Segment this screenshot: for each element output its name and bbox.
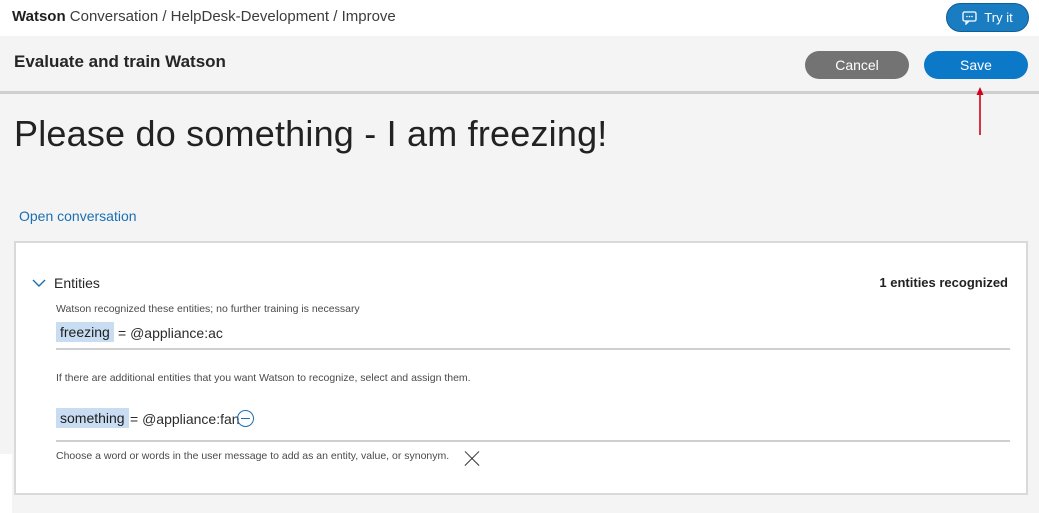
recognized-entity-row: freezing = @appliance:ac: [56, 319, 1010, 350]
breadcrumb-path[interactable]: Conversation / HelpDesk-Development / Im…: [66, 8, 396, 25]
entity-assignment: = @appliance:fan: [130, 411, 240, 427]
entity-assignment: = @appliance:ac: [118, 325, 223, 341]
page-title: Evaluate and train Watson: [14, 52, 226, 71]
page-header: Evaluate and train Watson Cancel Save: [0, 36, 1039, 94]
additional-note: If there are additional entities that yo…: [56, 372, 471, 384]
open-conversation-link[interactable]: Open conversation: [19, 208, 137, 224]
entities-count: 1 entities recognized: [879, 275, 1008, 290]
entities-heading: Entities: [54, 275, 100, 291]
entity-word-chip[interactable]: something: [56, 408, 129, 428]
user-utterance: Please do something - I am freezing!: [14, 113, 608, 154]
breadcrumb-brand[interactable]: Watson: [12, 8, 66, 25]
entity-word-chip[interactable]: freezing: [56, 322, 114, 342]
top-bar: Watson Conversation / HelpDesk-Developme…: [0, 0, 1039, 36]
close-icon[interactable]: [464, 451, 480, 467]
try-it-button[interactable]: Try it: [946, 3, 1029, 32]
annotation-arrow-icon: [976, 87, 984, 135]
recognized-note: Watson recognized these entities; no fur…: [56, 303, 360, 315]
remove-entity-icon[interactable]: [237, 410, 254, 427]
chevron-down-icon: [32, 279, 46, 287]
entities-toggle[interactable]: Entities: [32, 275, 100, 291]
cancel-button[interactable]: Cancel: [805, 51, 909, 79]
chat-bubble-icon: [962, 10, 977, 25]
entities-panel: Entities 1 entities recognized Watson re…: [14, 241, 1028, 495]
assigned-entity-row: something = @appliance:fan: [56, 405, 1010, 442]
breadcrumb: Watson Conversation / HelpDesk-Developme…: [12, 8, 396, 25]
save-button[interactable]: Save: [924, 51, 1028, 79]
try-it-label: Try it: [984, 10, 1013, 25]
selection-hint: Choose a word or words in the user messa…: [56, 450, 450, 462]
page-edge: [0, 454, 12, 513]
